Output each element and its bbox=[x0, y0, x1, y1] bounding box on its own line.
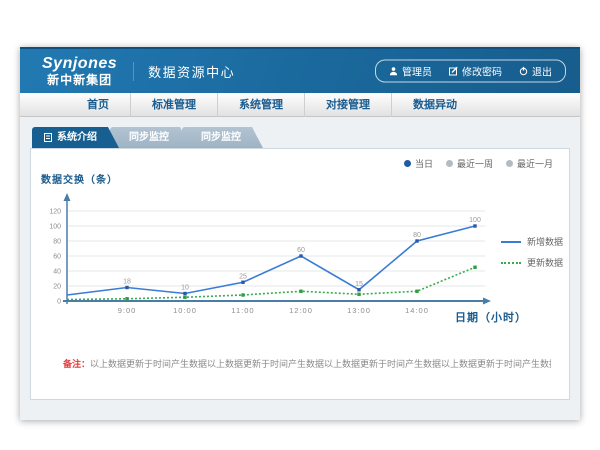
change-password-label: 修改密码 bbox=[462, 64, 502, 79]
svg-text:100: 100 bbox=[49, 224, 61, 231]
legend-item-updated-data[interactable]: 更新数据 bbox=[501, 256, 563, 269]
tab-sync-monitor-1[interactable]: 同步监控 bbox=[110, 127, 191, 148]
footnote-text: 以上数据更新于时间产生数据以上数据更新于时间产生数据以上数据更新于时间产生数据以… bbox=[90, 359, 551, 369]
svg-text:14:00: 14:00 bbox=[405, 306, 429, 315]
svg-text:10: 10 bbox=[181, 285, 189, 292]
document-icon bbox=[44, 133, 52, 142]
tab-label: 同步监控 bbox=[129, 127, 169, 148]
svg-text:100: 100 bbox=[469, 217, 481, 224]
app-header: Synjones 新中新集团 数据资源中心 管理员 修改密码 退出 bbox=[20, 47, 580, 93]
app-window: Synjones 新中新集团 数据资源中心 管理员 修改密码 退出 首页 标准管… bbox=[20, 47, 580, 420]
filter-label: 最近一月 bbox=[517, 157, 553, 170]
power-icon bbox=[519, 67, 528, 76]
edit-icon bbox=[449, 67, 458, 76]
main-nav: 首页 标准管理 系统管理 对接管理 数据异动 bbox=[20, 93, 580, 117]
chart-panel: 当日 最近一周 最近一月 数据交换（条） 0 20 40 60 80 100 120 9:00… bbox=[30, 148, 570, 400]
footnote: 备注：以上数据更新于时间产生数据以上数据更新于时间产生数据以上数据更新于时间产生… bbox=[63, 357, 551, 370]
svg-text:20: 20 bbox=[53, 284, 61, 291]
svg-text:80: 80 bbox=[413, 232, 421, 239]
tab-sync-monitor-2[interactable]: 同步监控 bbox=[182, 127, 263, 148]
svg-text:13:00: 13:00 bbox=[347, 306, 371, 315]
logo-text-cn: 新中新集团 bbox=[47, 74, 112, 86]
change-password-button[interactable]: 修改密码 bbox=[449, 64, 502, 79]
current-user-button[interactable]: 管理员 bbox=[389, 64, 432, 79]
svg-text:25: 25 bbox=[239, 273, 247, 280]
tab-label: 系统介绍 bbox=[57, 127, 97, 148]
logout-label: 退出 bbox=[532, 64, 552, 79]
line-chart: 0 20 40 60 80 100 120 9:00 10:00 11:00 12:00 13:00 1… bbox=[39, 189, 499, 324]
svg-text:11:00: 11:00 bbox=[231, 306, 254, 315]
legend-item-new-data[interactable]: 新增数据 bbox=[501, 235, 563, 248]
nav-item-standard-mgmt[interactable]: 标准管理 bbox=[130, 93, 217, 117]
nav-item-data-change[interactable]: 数据异动 bbox=[391, 93, 478, 117]
user-icon bbox=[389, 67, 398, 76]
page-title: 数据资源中心 bbox=[133, 62, 235, 81]
radio-icon bbox=[506, 160, 513, 167]
y-axis-title: 数据交换（条） bbox=[41, 171, 118, 186]
nav-item-system-mgmt[interactable]: 系统管理 bbox=[217, 93, 304, 117]
nav-item-home[interactable]: 首页 bbox=[66, 93, 130, 117]
filter-label: 当日 bbox=[415, 157, 433, 170]
svg-text:18: 18 bbox=[123, 279, 131, 286]
x-axis-title: 日期（小时） bbox=[455, 309, 527, 325]
green-dotted-swatch-icon bbox=[501, 262, 521, 264]
logo-text-en: Synjones bbox=[42, 56, 117, 72]
company-logo: Synjones 新中新集团 bbox=[42, 56, 117, 86]
svg-text:60: 60 bbox=[297, 247, 305, 254]
chart-legend: 新增数据 更新数据 bbox=[501, 235, 563, 269]
user-toolbar: 管理员 修改密码 退出 bbox=[375, 60, 566, 83]
svg-text:12:00: 12:00 bbox=[289, 306, 313, 315]
footnote-label: 备注： bbox=[63, 359, 90, 369]
filter-option-last-week[interactable]: 最近一周 bbox=[446, 157, 493, 170]
tab-system-intro[interactable]: 系统介绍 bbox=[32, 127, 119, 148]
blue-line-swatch-icon bbox=[501, 241, 521, 243]
svg-text:9:00: 9:00 bbox=[118, 306, 137, 315]
tab-label: 同步监控 bbox=[201, 127, 241, 148]
svg-text:0: 0 bbox=[57, 299, 61, 306]
filter-label: 最近一周 bbox=[457, 157, 493, 170]
current-user-label: 管理员 bbox=[402, 64, 432, 79]
radio-icon bbox=[446, 160, 453, 167]
tab-bar: 系统介绍 同步监控 同步监控 bbox=[32, 127, 570, 148]
nav-item-interface-mgmt[interactable]: 对接管理 bbox=[304, 93, 391, 117]
svg-text:120: 120 bbox=[49, 209, 61, 216]
svg-text:40: 40 bbox=[53, 269, 61, 276]
svg-text:15: 15 bbox=[355, 281, 363, 288]
time-range-filter: 当日 最近一周 最近一月 bbox=[404, 157, 553, 170]
logout-button[interactable]: 退出 bbox=[519, 64, 552, 79]
legend-label: 更新数据 bbox=[527, 256, 563, 269]
svg-text:10:00: 10:00 bbox=[173, 306, 197, 315]
legend-label: 新增数据 bbox=[527, 235, 563, 248]
filter-option-last-month[interactable]: 最近一月 bbox=[506, 157, 553, 170]
radio-icon bbox=[404, 160, 411, 167]
svg-text:80: 80 bbox=[53, 239, 61, 246]
svg-text:60: 60 bbox=[53, 254, 61, 261]
filter-option-today[interactable]: 当日 bbox=[404, 157, 433, 170]
content-area: 系统介绍 同步监控 同步监控 当日 最近一周 bbox=[20, 117, 580, 400]
